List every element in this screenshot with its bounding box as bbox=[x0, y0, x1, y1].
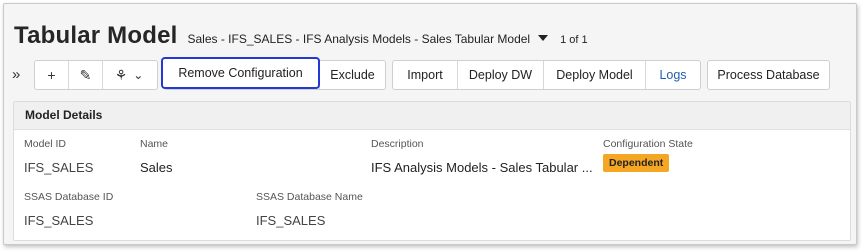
toolbar: » + ✎ ⚘ ⌄ Exclude Remove Configuration I… bbox=[4, 57, 856, 90]
window-frame: Tabular Model Sales - IFS_SALES - IFS An… bbox=[3, 3, 857, 245]
description-value: IFS Analysis Models - Sales Tabular ... bbox=[371, 160, 593, 175]
configuration-state-label: Configuration State bbox=[603, 138, 693, 150]
name-label: Name bbox=[140, 138, 169, 150]
add-icon[interactable]: + bbox=[35, 61, 69, 89]
configuration-state-field: Configuration State Dependent bbox=[603, 138, 693, 172]
logs-button[interactable]: Logs bbox=[646, 61, 700, 89]
deploy-actions-group: Import Deploy DW Deploy Model Logs bbox=[392, 60, 701, 90]
record-actions-group: + ✎ ⚘ ⌄ bbox=[34, 60, 158, 90]
ssas-database-id-value: IFS_SALES bbox=[24, 213, 94, 228]
description-label: Description bbox=[371, 138, 424, 150]
ssas-database-name-label: SSAS Database Name bbox=[256, 191, 363, 203]
remove-configuration-button[interactable]: Remove Configuration bbox=[161, 57, 320, 89]
ssas-database-id-field: SSAS Database ID IFS_SALES bbox=[24, 191, 113, 228]
status-badge: Dependent bbox=[603, 154, 670, 172]
menu-icon: ⚘ bbox=[114, 66, 128, 83]
title-row: Tabular Model Sales - IFS_SALES - IFS An… bbox=[14, 22, 588, 52]
process-actions-group: Process Database bbox=[707, 60, 830, 90]
name-value: Sales bbox=[140, 160, 173, 175]
page-title: Tabular Model bbox=[14, 22, 178, 49]
exclude-button[interactable]: Exclude bbox=[320, 61, 385, 89]
caret-down-icon[interactable] bbox=[538, 35, 549, 41]
chevron-down-icon: ⌄ bbox=[133, 68, 144, 82]
edit-icon[interactable]: ✎ bbox=[69, 61, 103, 89]
name-field: Name Sales bbox=[140, 138, 173, 175]
model-details-panel: Model Details Model ID IFS_SALES Name Sa… bbox=[13, 101, 851, 241]
description-field: Description IFS Analysis Models - Sales … bbox=[371, 138, 593, 175]
model-id-field: Model ID IFS_SALES bbox=[24, 138, 93, 175]
model-id-value: IFS_SALES bbox=[24, 160, 94, 175]
import-button[interactable]: Import bbox=[393, 61, 458, 89]
deploy-dw-button[interactable]: Deploy DW bbox=[458, 61, 544, 89]
expand-chevron-icon[interactable]: » bbox=[12, 66, 20, 83]
ssas-database-name-field: SSAS Database Name IFS_SALES bbox=[256, 191, 363, 228]
menu-dropdown-button[interactable]: ⚘ ⌄ bbox=[103, 61, 155, 89]
record-counter: 1 of 1 bbox=[560, 34, 588, 46]
ssas-database-id-label: SSAS Database ID bbox=[24, 191, 114, 203]
process-database-button[interactable]: Process Database bbox=[708, 61, 829, 89]
ssas-database-name-value: IFS_SALES bbox=[256, 213, 326, 228]
deploy-model-button[interactable]: Deploy Model bbox=[544, 61, 646, 89]
model-id-label: Model ID bbox=[24, 138, 67, 150]
panel-header: Model Details bbox=[14, 102, 850, 130]
record-context-selector[interactable]: Sales - IFS_SALES - IFS Analysis Models … bbox=[188, 32, 531, 46]
